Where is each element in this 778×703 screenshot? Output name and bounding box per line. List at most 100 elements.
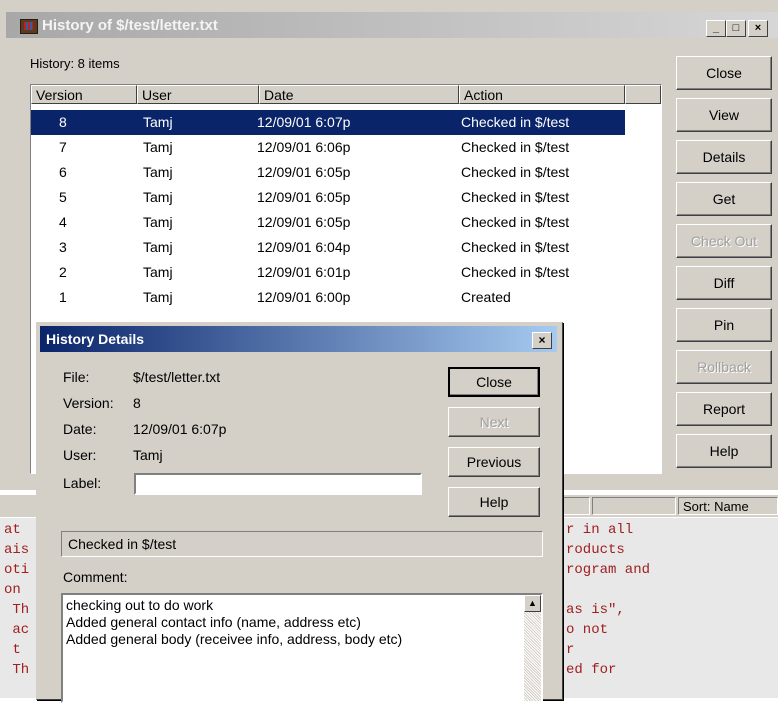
code-line-left: at: [4, 522, 30, 538]
version-value: 8: [133, 395, 141, 411]
status-cell: [592, 497, 676, 515]
table-row[interactable]: 6 Tamj 12/09/01 6:05p Checked in $/test: [31, 160, 625, 185]
get-button[interactable]: Get: [676, 182, 772, 216]
table-row[interactable]: 2 Tamj 12/09/01 6:01p Checked in $/test: [31, 260, 625, 285]
cell-date: 12/09/01 6:07p: [257, 114, 351, 130]
column-header-version[interactable]: Version: [31, 85, 137, 104]
cell-date: 12/09/01 6:05p: [257, 189, 351, 205]
maximize-button[interactable]: □: [726, 20, 746, 37]
date-value: 12/09/01 6:07p: [133, 421, 227, 437]
column-header-action[interactable]: Action: [459, 85, 625, 104]
cell-version: 1: [59, 289, 67, 305]
list-header: Version User Date Action: [31, 85, 661, 106]
table-row[interactable]: 1 Tamj 12/09/01 6:00p Created: [31, 285, 625, 310]
details-button[interactable]: Details: [676, 140, 772, 174]
comment-textarea[interactable]: checking out to do work Added general co…: [61, 593, 543, 703]
cell-user: Tamj: [143, 239, 173, 255]
details-close-button[interactable]: Close: [448, 367, 540, 397]
cell-user: Tamj: [143, 164, 173, 180]
cell-action: Checked in $/test: [461, 164, 570, 180]
code-line-right: roducts: [566, 542, 625, 558]
cell-date: 12/09/01 6:05p: [257, 214, 351, 230]
code-line-right: ed for: [566, 662, 617, 678]
comment-label: Comment:: [63, 569, 128, 585]
code-line-right: o not: [566, 622, 609, 638]
user-label: User:: [63, 447, 97, 463]
user-value: Tamj: [133, 447, 163, 463]
window-title: History of $/test/letter.txt: [42, 17, 218, 34]
cell-action: Checked in $/test: [461, 139, 570, 155]
comment-line: checking out to do work: [66, 597, 214, 613]
cell-version: 2: [59, 264, 67, 280]
code-line-left: ac: [4, 622, 30, 638]
pin-button[interactable]: Pin: [676, 308, 772, 342]
cell-user: Tamj: [143, 264, 173, 280]
history-count-label: History: 8 items: [30, 56, 120, 71]
comment-scrollbar[interactable]: ▲: [524, 595, 541, 701]
date-label: Date:: [63, 421, 97, 437]
minimize-button[interactable]: _: [706, 20, 726, 37]
code-line-right: r: [566, 642, 575, 658]
file-label: File:: [63, 369, 90, 385]
cell-user: Tamj: [143, 189, 173, 205]
label-input[interactable]: [134, 473, 422, 495]
cell-action: Checked in $/test: [461, 189, 570, 205]
table-row[interactable]: 3 Tamj 12/09/01 6:04p Checked in $/test: [31, 235, 625, 260]
version-label: Version:: [63, 395, 114, 411]
code-line-left: on: [4, 582, 30, 598]
column-header-user[interactable]: User: [137, 85, 259, 104]
cell-date: 12/09/01 6:06p: [257, 139, 351, 155]
code-line-left: Th: [4, 602, 30, 618]
sort-indicator[interactable]: Sort: Name: [678, 497, 778, 515]
cell-action: Created: [461, 289, 511, 305]
cell-action: Checked in $/test: [461, 264, 570, 280]
cell-action: Checked in $/test: [461, 239, 570, 255]
code-line-left: oti: [4, 562, 30, 578]
cell-version: 7: [59, 139, 67, 155]
diff-button[interactable]: Diff: [676, 266, 772, 300]
cell-user: Tamj: [143, 139, 173, 155]
table-row[interactable]: 8 Tamj 12/09/01 6:07p Checked in $/test: [31, 110, 625, 135]
code-line-left: t: [4, 642, 30, 658]
label-label: Label:: [63, 475, 102, 491]
code-line-left: Th: [4, 662, 30, 678]
report-button[interactable]: Report: [676, 392, 772, 426]
column-header-filler: [625, 85, 661, 104]
details-help-button[interactable]: Help: [448, 487, 540, 517]
table-row[interactable]: 5 Tamj 12/09/01 6:05p Checked in $/test: [31, 185, 625, 210]
rollback-button[interactable]: Rollback: [676, 350, 772, 384]
column-header-date[interactable]: Date: [259, 85, 459, 104]
history-titlebar: History of $/test/letter.txt _ □ ×: [6, 12, 778, 38]
code-line-left: ais: [4, 542, 30, 558]
action-field: Checked in $/test: [61, 531, 543, 557]
cell-version: 8: [59, 114, 67, 130]
code-line-right: as is",: [566, 602, 625, 618]
cell-action: Checked in $/test: [461, 114, 570, 130]
next-button[interactable]: Next: [448, 407, 540, 437]
cell-date: 12/09/01 6:04p: [257, 239, 351, 255]
check-out-button[interactable]: Check Out: [676, 224, 772, 258]
comment-line: Added general contact info (name, addres…: [66, 614, 361, 630]
code-line-right: rogram and: [566, 562, 651, 578]
help-button[interactable]: Help: [676, 434, 772, 468]
scroll-up-icon[interactable]: ▲: [524, 595, 541, 612]
comment-line: Added general body (receivee info, addre…: [66, 631, 403, 647]
table-row[interactable]: 7 Tamj 12/09/01 6:06p Checked in $/test: [31, 135, 625, 160]
cell-version: 3: [59, 239, 67, 255]
details-titlebar: History Details ×: [40, 326, 557, 352]
cell-user: Tamj: [143, 214, 173, 230]
details-close-icon[interactable]: ×: [532, 332, 552, 349]
previous-button[interactable]: Previous: [448, 447, 540, 477]
close-button[interactable]: Close: [676, 56, 772, 90]
close-window-button[interactable]: ×: [748, 20, 768, 37]
cell-date: 12/09/01 6:05p: [257, 164, 351, 180]
status-cell: [560, 497, 590, 515]
table-row[interactable]: 4 Tamj 12/09/01 6:05p Checked in $/test: [31, 210, 625, 235]
cell-date: 12/09/01 6:00p: [257, 289, 351, 305]
cell-version: 4: [59, 214, 67, 230]
details-title: History Details: [46, 331, 145, 347]
file-value: $/test/letter.txt: [133, 369, 221, 385]
view-button[interactable]: View: [676, 98, 772, 132]
cell-version: 5: [59, 189, 67, 205]
code-line-right: r in all: [566, 522, 634, 538]
